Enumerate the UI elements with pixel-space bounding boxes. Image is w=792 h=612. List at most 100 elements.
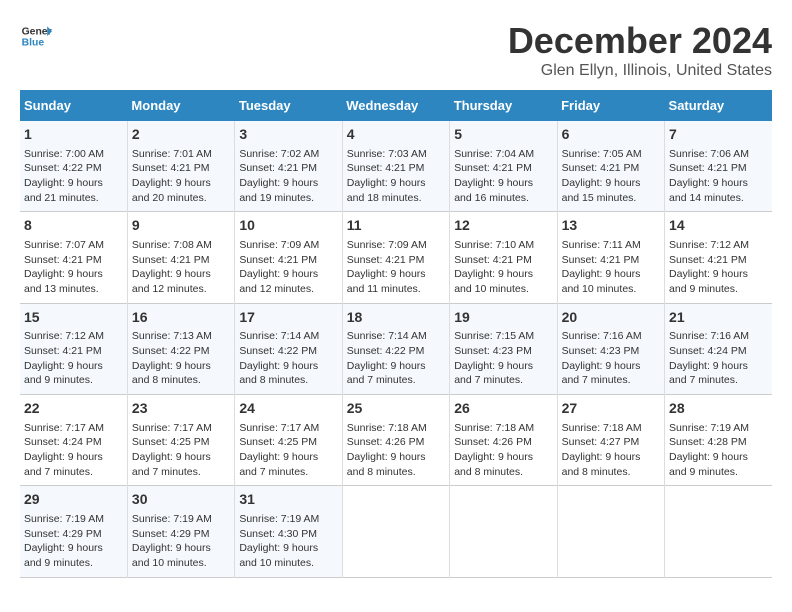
day-info: Sunrise: 7:02 AMSunset: 4:21 PMDaylight:… [239, 147, 337, 206]
day-number: 17 [239, 308, 337, 328]
calendar-cell: 8Sunrise: 7:07 AMSunset: 4:21 PMDaylight… [20, 212, 127, 303]
day-number: 28 [669, 399, 768, 419]
day-info: Sunrise: 7:17 AMSunset: 4:24 PMDaylight:… [24, 421, 123, 480]
day-number: 14 [669, 216, 768, 236]
day-number: 29 [24, 490, 123, 510]
logo-icon: General Blue [20, 20, 52, 52]
day-number: 21 [669, 308, 768, 328]
title-area: December 2024 Glen Ellyn, Illinois, Unit… [508, 20, 772, 80]
day-info: Sunrise: 7:19 AMSunset: 4:30 PMDaylight:… [239, 512, 337, 571]
day-info: Sunrise: 7:14 AMSunset: 4:22 PMDaylight:… [239, 329, 337, 388]
day-number: 4 [347, 125, 445, 145]
week-row-3: 15Sunrise: 7:12 AMSunset: 4:21 PMDayligh… [20, 303, 772, 394]
calendar-cell: 23Sunrise: 7:17 AMSunset: 4:25 PMDayligh… [127, 395, 234, 486]
calendar-cell: 22Sunrise: 7:17 AMSunset: 4:24 PMDayligh… [20, 395, 127, 486]
calendar-cell [557, 486, 664, 577]
day-number: 3 [239, 125, 337, 145]
calendar-cell: 13Sunrise: 7:11 AMSunset: 4:21 PMDayligh… [557, 212, 664, 303]
day-header-sunday: Sunday [20, 90, 127, 121]
calendar-cell: 6Sunrise: 7:05 AMSunset: 4:21 PMDaylight… [557, 121, 664, 212]
day-number: 26 [454, 399, 552, 419]
calendar-cell [665, 486, 772, 577]
day-info: Sunrise: 7:17 AMSunset: 4:25 PMDaylight:… [239, 421, 337, 480]
day-header-thursday: Thursday [450, 90, 557, 121]
calendar-cell: 24Sunrise: 7:17 AMSunset: 4:25 PMDayligh… [235, 395, 342, 486]
day-number: 19 [454, 308, 552, 328]
calendar-cell: 1Sunrise: 7:00 AMSunset: 4:22 PMDaylight… [20, 121, 127, 212]
day-info: Sunrise: 7:12 AMSunset: 4:21 PMDaylight:… [669, 238, 768, 297]
calendar-cell: 4Sunrise: 7:03 AMSunset: 4:21 PMDaylight… [342, 121, 449, 212]
day-number: 16 [132, 308, 230, 328]
header: General Blue December 2024 Glen Ellyn, I… [20, 20, 772, 80]
day-number: 15 [24, 308, 123, 328]
calendar-cell [450, 486, 557, 577]
calendar-cell: 19Sunrise: 7:15 AMSunset: 4:23 PMDayligh… [450, 303, 557, 394]
calendar-cell: 18Sunrise: 7:14 AMSunset: 4:22 PMDayligh… [342, 303, 449, 394]
calendar-cell: 12Sunrise: 7:10 AMSunset: 4:21 PMDayligh… [450, 212, 557, 303]
day-info: Sunrise: 7:09 AMSunset: 4:21 PMDaylight:… [347, 238, 445, 297]
day-info: Sunrise: 7:01 AMSunset: 4:21 PMDaylight:… [132, 147, 230, 206]
day-info: Sunrise: 7:13 AMSunset: 4:22 PMDaylight:… [132, 329, 230, 388]
calendar-cell: 20Sunrise: 7:16 AMSunset: 4:23 PMDayligh… [557, 303, 664, 394]
calendar-cell: 30Sunrise: 7:19 AMSunset: 4:29 PMDayligh… [127, 486, 234, 577]
calendar-cell: 25Sunrise: 7:18 AMSunset: 4:26 PMDayligh… [342, 395, 449, 486]
day-info: Sunrise: 7:04 AMSunset: 4:21 PMDaylight:… [454, 147, 552, 206]
calendar-table: SundayMondayTuesdayWednesdayThursdayFrid… [20, 90, 772, 578]
day-info: Sunrise: 7:16 AMSunset: 4:24 PMDaylight:… [669, 329, 768, 388]
day-number: 27 [562, 399, 660, 419]
day-number: 23 [132, 399, 230, 419]
day-number: 6 [562, 125, 660, 145]
calendar-cell: 10Sunrise: 7:09 AMSunset: 4:21 PMDayligh… [235, 212, 342, 303]
day-number: 13 [562, 216, 660, 236]
calendar-cell: 3Sunrise: 7:02 AMSunset: 4:21 PMDaylight… [235, 121, 342, 212]
calendar-cell: 27Sunrise: 7:18 AMSunset: 4:27 PMDayligh… [557, 395, 664, 486]
calendar-cell: 5Sunrise: 7:04 AMSunset: 4:21 PMDaylight… [450, 121, 557, 212]
day-number: 5 [454, 125, 552, 145]
calendar-cell: 11Sunrise: 7:09 AMSunset: 4:21 PMDayligh… [342, 212, 449, 303]
svg-text:Blue: Blue [22, 38, 45, 49]
day-info: Sunrise: 7:07 AMSunset: 4:21 PMDaylight:… [24, 238, 123, 297]
calendar-cell: 9Sunrise: 7:08 AMSunset: 4:21 PMDaylight… [127, 212, 234, 303]
day-number: 2 [132, 125, 230, 145]
days-header-row: SundayMondayTuesdayWednesdayThursdayFrid… [20, 90, 772, 121]
day-number: 12 [454, 216, 552, 236]
day-info: Sunrise: 7:14 AMSunset: 4:22 PMDaylight:… [347, 329, 445, 388]
calendar-cell: 28Sunrise: 7:19 AMSunset: 4:28 PMDayligh… [665, 395, 772, 486]
day-number: 22 [24, 399, 123, 419]
calendar-cell: 26Sunrise: 7:18 AMSunset: 4:26 PMDayligh… [450, 395, 557, 486]
day-info: Sunrise: 7:11 AMSunset: 4:21 PMDaylight:… [562, 238, 660, 297]
day-info: Sunrise: 7:06 AMSunset: 4:21 PMDaylight:… [669, 147, 768, 206]
day-header-saturday: Saturday [665, 90, 772, 121]
day-info: Sunrise: 7:19 AMSunset: 4:29 PMDaylight:… [24, 512, 123, 571]
day-info: Sunrise: 7:16 AMSunset: 4:23 PMDaylight:… [562, 329, 660, 388]
day-number: 30 [132, 490, 230, 510]
day-number: 18 [347, 308, 445, 328]
calendar-cell: 16Sunrise: 7:13 AMSunset: 4:22 PMDayligh… [127, 303, 234, 394]
day-number: 9 [132, 216, 230, 236]
day-number: 31 [239, 490, 337, 510]
day-info: Sunrise: 7:17 AMSunset: 4:25 PMDaylight:… [132, 421, 230, 480]
day-header-tuesday: Tuesday [235, 90, 342, 121]
day-number: 11 [347, 216, 445, 236]
day-number: 10 [239, 216, 337, 236]
week-row-4: 22Sunrise: 7:17 AMSunset: 4:24 PMDayligh… [20, 395, 772, 486]
day-number: 20 [562, 308, 660, 328]
day-number: 7 [669, 125, 768, 145]
day-number: 1 [24, 125, 123, 145]
calendar-cell: 2Sunrise: 7:01 AMSunset: 4:21 PMDaylight… [127, 121, 234, 212]
day-number: 25 [347, 399, 445, 419]
calendar-cell: 14Sunrise: 7:12 AMSunset: 4:21 PMDayligh… [665, 212, 772, 303]
day-number: 8 [24, 216, 123, 236]
day-info: Sunrise: 7:12 AMSunset: 4:21 PMDaylight:… [24, 329, 123, 388]
day-header-wednesday: Wednesday [342, 90, 449, 121]
day-info: Sunrise: 7:03 AMSunset: 4:21 PMDaylight:… [347, 147, 445, 206]
calendar-cell: 7Sunrise: 7:06 AMSunset: 4:21 PMDaylight… [665, 121, 772, 212]
week-row-1: 1Sunrise: 7:00 AMSunset: 4:22 PMDaylight… [20, 121, 772, 212]
logo: General Blue [20, 20, 52, 52]
calendar-title: December 2024 [508, 20, 772, 62]
day-info: Sunrise: 7:18 AMSunset: 4:27 PMDaylight:… [562, 421, 660, 480]
day-info: Sunrise: 7:10 AMSunset: 4:21 PMDaylight:… [454, 238, 552, 297]
calendar-cell: 15Sunrise: 7:12 AMSunset: 4:21 PMDayligh… [20, 303, 127, 394]
week-row-2: 8Sunrise: 7:07 AMSunset: 4:21 PMDaylight… [20, 212, 772, 303]
day-info: Sunrise: 7:00 AMSunset: 4:22 PMDaylight:… [24, 147, 123, 206]
